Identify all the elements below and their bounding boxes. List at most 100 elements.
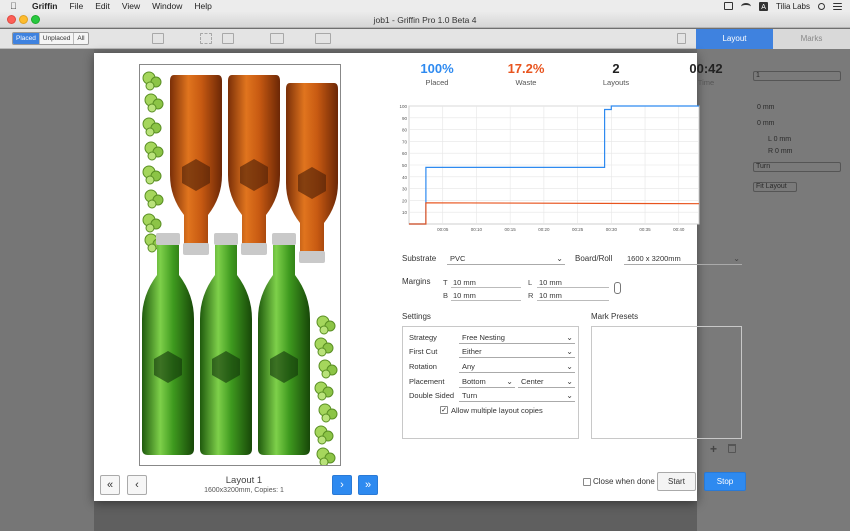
chart-y-tick-label: 10	[402, 210, 408, 215]
rotation-select[interactable]: Any ⌄	[459, 361, 575, 373]
inspector-backdrop: 1 0 mm 0 mm L 0 mm R 0 mm Turn Fit Layou…	[697, 49, 850, 531]
margin-right-label: R	[528, 291, 534, 300]
input-source-icon[interactable]: A	[759, 1, 769, 11]
link-margins-icon[interactable]	[614, 282, 621, 294]
nesting-sheet: « ‹ Layout 1 1600x3200mm, Copies: 1 › » …	[94, 53, 746, 501]
bg-margin-l: L 0 mm	[768, 136, 792, 143]
remove-mark-preset-icon[interactable]	[728, 444, 736, 453]
board-value: 1600 x 3200mm	[627, 254, 681, 263]
start-button[interactable]: Start	[657, 472, 696, 491]
barcode-icon[interactable]	[270, 33, 284, 44]
margin-left-label: L	[528, 278, 533, 287]
add-mark-preset-icon[interactable]: +	[710, 442, 717, 456]
previous-layout-button[interactable]: ‹	[127, 475, 147, 495]
next-layout-button[interactable]: ›	[332, 475, 352, 495]
wifi-icon[interactable]	[741, 2, 752, 10]
list-icon[interactable]	[200, 33, 212, 44]
screen-icon[interactable]	[724, 2, 734, 10]
chevron-down-icon: ⌄	[506, 377, 513, 386]
close-when-done-label: Close when done	[593, 477, 655, 486]
filter-unplaced[interactable]: Unplaced	[39, 33, 75, 44]
margin-top-field[interactable]: 10 mm	[451, 277, 521, 288]
chart-y-tick-label: 60	[402, 151, 408, 156]
apple-icon[interactable]: 	[10, 1, 20, 11]
allow-multiple-copies-checkbox[interactable]: ✓	[440, 406, 448, 414]
margin-left-field[interactable]: 10 mm	[537, 277, 609, 288]
strategy-select[interactable]: Free Nesting ⌄	[459, 332, 575, 344]
mark-presets-title: Mark Presets	[591, 312, 639, 321]
trash-icon[interactable]	[677, 33, 686, 44]
stat-placed-value: 100%	[420, 61, 454, 76]
layout-title: Layout 1	[225, 475, 263, 486]
chevron-down-icon: ⌄	[566, 377, 573, 386]
stat-layouts: 2 Layouts	[581, 61, 651, 87]
menu-view[interactable]: View	[122, 1, 140, 11]
placement-filter: Placed Unplaced All	[12, 32, 89, 45]
edit-icon[interactable]	[152, 33, 164, 44]
filter-placed[interactable]: Placed	[13, 33, 40, 44]
text-mark-icon[interactable]	[315, 33, 331, 44]
layout-preview	[139, 64, 341, 466]
margin-right-field[interactable]: 10 mm	[537, 290, 609, 301]
placement-vertical-select[interactable]: Bottom ⌄	[459, 376, 515, 388]
bg-mm-1: 0 mm	[757, 104, 775, 111]
tab-layout[interactable]: Layout	[696, 29, 773, 49]
chart-y-tick-label: 30	[402, 187, 408, 192]
mark-presets-list[interactable]	[591, 326, 742, 439]
notification-center-icon[interactable]	[833, 2, 842, 10]
settings-panel: Strategy Free Nesting ⌄ First Cut Either…	[402, 326, 579, 439]
placement-horizontal-select[interactable]: Center ⌄	[518, 376, 575, 388]
search-icon[interactable]	[818, 2, 825, 10]
substrate-label: Substrate	[402, 254, 437, 263]
margins-label: Margins	[402, 277, 431, 286]
copy-icon[interactable]	[222, 33, 234, 44]
canvas-bottom-backdrop	[94, 501, 697, 531]
stat-layouts-value: 2	[612, 61, 620, 76]
stat-time-label: Time	[697, 78, 715, 87]
filter-all[interactable]: All	[74, 33, 88, 44]
layout-subtitle: 1600x3200mm, Copies: 1	[204, 487, 284, 494]
settings-title: Settings	[402, 312, 431, 321]
placement-vertical-value: Bottom	[462, 377, 486, 386]
menu-edit[interactable]: Edit	[95, 1, 110, 11]
window-title-bar: job1 - Griffin Pro 1.0 Beta 4	[0, 12, 850, 28]
account-name[interactable]: Tilia Labs	[776, 2, 810, 11]
chevron-down-icon: ⌄	[733, 254, 740, 263]
chart-y-tick-label: 20	[402, 198, 408, 203]
margin-bottom-field[interactable]: 10 mm	[451, 290, 521, 301]
menu-file[interactable]: File	[70, 1, 84, 11]
nesting-progress-chart: 10 20 30 40 50 60 70 80 90 100 00:05 00:10 00:15 00:2…	[399, 104, 700, 232]
close-when-done-checkbox[interactable]	[583, 478, 591, 486]
menu-bar:  Griffin File Edit View Window Help A T…	[0, 0, 850, 12]
chart-x-tick-label: 00:15	[505, 227, 517, 232]
menu-griffin[interactable]: Griffin	[32, 1, 58, 11]
bg-turn-select: Turn	[753, 162, 841, 172]
menu-help[interactable]: Help	[194, 1, 211, 11]
chart-x-tick-label: 00:10	[471, 227, 483, 232]
bg-mm-2: 0 mm	[757, 120, 775, 127]
doublesided-value: Turn	[462, 391, 478, 400]
margin-top-label: T	[443, 278, 448, 287]
doublesided-label: Double Sided	[409, 391, 455, 400]
stat-placed-label: Placed	[425, 78, 449, 87]
placement-label: Placement	[409, 377, 445, 386]
board-select[interactable]: 1600 x 3200mm ⌄	[624, 253, 742, 265]
last-layout-button[interactable]: »	[358, 475, 378, 495]
rotation-label: Rotation	[409, 362, 437, 371]
chevron-down-icon: ⌄	[566, 362, 573, 371]
stat-waste-label: Waste	[515, 78, 537, 87]
firstcut-select[interactable]: Either ⌄	[459, 346, 575, 358]
bottles-artwork	[142, 71, 338, 465]
first-layout-button[interactable]: «	[100, 475, 120, 495]
firstcut-label: First Cut	[409, 347, 438, 356]
stop-button[interactable]: Stop	[704, 472, 746, 491]
menu-window[interactable]: Window	[152, 1, 182, 11]
doublesided-select[interactable]: Turn ⌄	[459, 390, 575, 402]
substrate-select[interactable]: PVC ⌄	[447, 253, 565, 265]
tab-marks[interactable]: Marks	[773, 29, 850, 49]
stat-waste-value: 17.2%	[507, 61, 545, 76]
chevron-down-icon: ⌄	[566, 333, 573, 342]
strategy-value: Free Nesting	[462, 333, 505, 342]
board-label: Board/Roll	[575, 254, 613, 263]
stat-time-value: 00:42	[689, 61, 723, 76]
